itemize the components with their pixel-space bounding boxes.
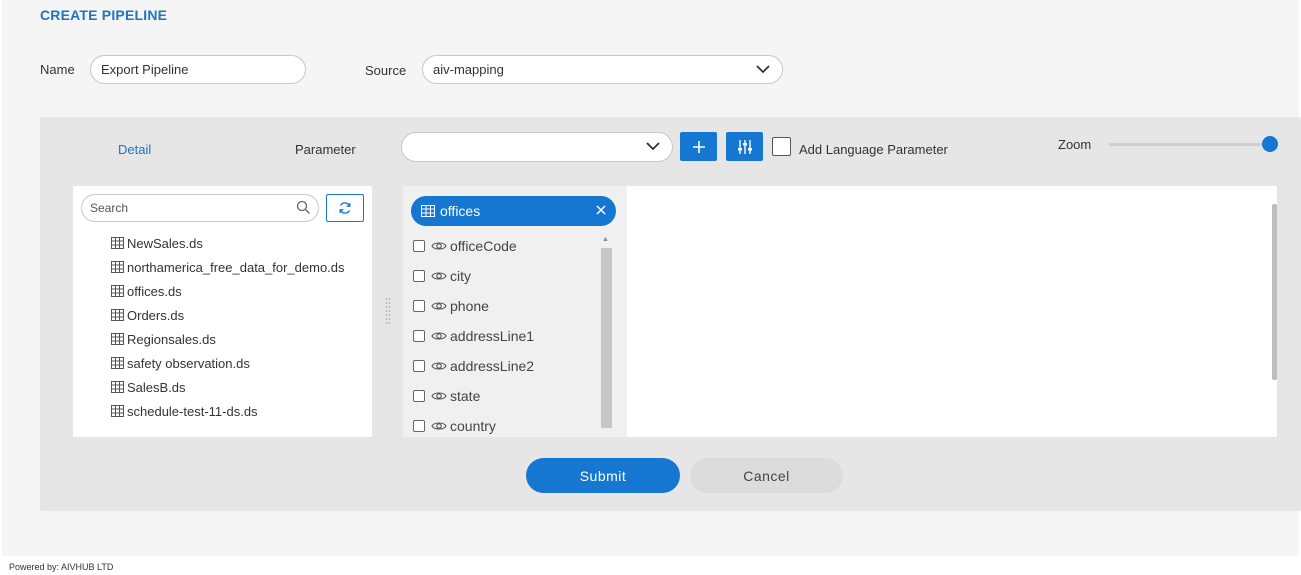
table-icon: [111, 261, 124, 273]
tree-item-label: offices.ds: [127, 283, 182, 299]
refresh-icon: [339, 202, 351, 214]
tree-item[interactable]: schedule-test-11-ds.ds: [111, 401, 258, 421]
tree-item-label: SalesB.ds: [127, 379, 186, 395]
tree-item-label: Orders.ds: [127, 307, 185, 323]
field-item[interactable]: country: [413, 415, 496, 437]
add-language-parameter-label: Add Language Parameter: [799, 142, 948, 157]
scroll-up-icon[interactable]: ▲: [602, 236, 609, 243]
parameter-settings-button[interactable]: [726, 132, 763, 161]
field-checkbox[interactable]: [413, 390, 425, 402]
close-icon[interactable]: [595, 204, 607, 216]
pipeline-panel: Detail Parameter Add Language Parameter …: [40, 117, 1301, 511]
field-label: addressLine2: [450, 358, 535, 374]
field-label: city: [450, 268, 471, 284]
table-icon: [111, 381, 124, 393]
table-icon: [111, 405, 124, 417]
add-parameter-button[interactable]: [680, 132, 717, 161]
tree-item-label: schedule-test-11-ds.ds: [127, 403, 258, 419]
tree-item-label: northamerica_free_data_for_demo.ds: [127, 259, 345, 275]
table-chip-label: offices: [440, 203, 481, 219]
field-checkbox[interactable]: [413, 360, 425, 372]
tree-item[interactable]: Regionsales.ds: [111, 329, 216, 349]
table-icon: [111, 309, 124, 321]
field-label: addressLine1: [450, 328, 535, 344]
field-item[interactable]: phone: [413, 295, 489, 317]
field-checkbox[interactable]: [413, 270, 425, 282]
page-title: CREATE PIPELINE: [40, 7, 168, 23]
refresh-button[interactable]: [326, 194, 364, 222]
field-item[interactable]: state: [413, 385, 480, 407]
table-chip[interactable]: offices: [411, 196, 616, 226]
tree-item[interactable]: northamerica_free_data_for_demo.ds: [111, 257, 345, 277]
eye-icon[interactable]: [431, 300, 447, 312]
name-input[interactable]: Export Pipeline: [90, 55, 306, 84]
name-label: Name: [40, 62, 75, 77]
source-select-value: aiv-mapping: [433, 62, 504, 77]
search-input[interactable]: Search: [81, 194, 319, 222]
parameter-label: Parameter: [295, 142, 356, 157]
eye-icon[interactable]: [431, 330, 447, 342]
eye-icon[interactable]: [431, 360, 447, 372]
tree-item[interactable]: SalesB.ds: [111, 377, 186, 397]
fields-scrollbar[interactable]: [601, 248, 612, 428]
parameter-select[interactable]: [401, 132, 673, 162]
tree-item-label: Regionsales.ds: [127, 331, 216, 347]
canvas-scrollbar[interactable]: [1272, 204, 1277, 380]
resize-grip-icon[interactable]: [385, 297, 391, 327]
table-icon: [111, 285, 124, 297]
field-label: officeCode: [450, 238, 517, 254]
field-label: phone: [450, 298, 489, 314]
detail-link[interactable]: Detail: [118, 142, 151, 157]
tree-item[interactable]: NewSales.ds: [111, 233, 203, 253]
zoom-slider-track[interactable]: [1109, 143, 1272, 146]
plus-icon: [692, 140, 705, 153]
eye-icon[interactable]: [431, 420, 447, 432]
add-language-parameter-checkbox[interactable]: [772, 137, 791, 156]
field-checkbox[interactable]: [413, 420, 425, 432]
eye-icon[interactable]: [431, 240, 447, 252]
field-item[interactable]: officeCode: [413, 235, 517, 257]
eye-icon[interactable]: [431, 270, 447, 282]
page: CREATE PIPELINE Name Export Pipeline Sou…: [2, 0, 1301, 556]
zoom-slider-thumb[interactable]: [1262, 136, 1278, 152]
table-icon: [111, 357, 124, 369]
field-checkbox[interactable]: [413, 240, 425, 252]
sliders-icon: [737, 139, 752, 154]
dataset-tree: Search NewSales.ds northamerica_free_dat…: [73, 186, 372, 437]
tree-item-label: NewSales.ds: [127, 235, 203, 251]
tree-item-label: safety observation.ds: [127, 355, 250, 371]
field-label: country: [450, 418, 496, 434]
fields-panel: offices ▲ officeCode city phone addressL…: [403, 186, 627, 437]
footer-powered-by: Powered by: AIVHUB LTD: [9, 562, 114, 572]
tree-item[interactable]: offices.ds: [111, 281, 182, 301]
cancel-button[interactable]: Cancel: [690, 458, 843, 493]
field-item[interactable]: addressLine2: [413, 355, 534, 377]
field-item[interactable]: city: [413, 265, 471, 287]
tree-item[interactable]: safety observation.ds: [111, 353, 250, 373]
table-icon: [111, 333, 124, 345]
chevron-down-icon: [756, 65, 770, 74]
source-label: Source: [365, 63, 407, 78]
tree-item[interactable]: Orders.ds: [111, 305, 184, 325]
pipeline-canvas[interactable]: [627, 186, 1277, 437]
field-item[interactable]: addressLine1: [413, 325, 534, 347]
field-checkbox[interactable]: [413, 300, 425, 312]
zoom-label: Zoom: [1058, 137, 1092, 152]
chevron-down-icon: [646, 142, 660, 151]
field-checkbox[interactable]: [413, 330, 425, 342]
search-placeholder: Search: [90, 201, 129, 215]
eye-icon[interactable]: [431, 390, 447, 402]
table-icon: [421, 205, 435, 217]
source-select[interactable]: aiv-mapping: [422, 55, 783, 84]
table-icon: [111, 237, 124, 249]
search-icon: [296, 200, 310, 214]
submit-button[interactable]: Submit: [526, 458, 680, 493]
field-label: state: [450, 388, 481, 404]
